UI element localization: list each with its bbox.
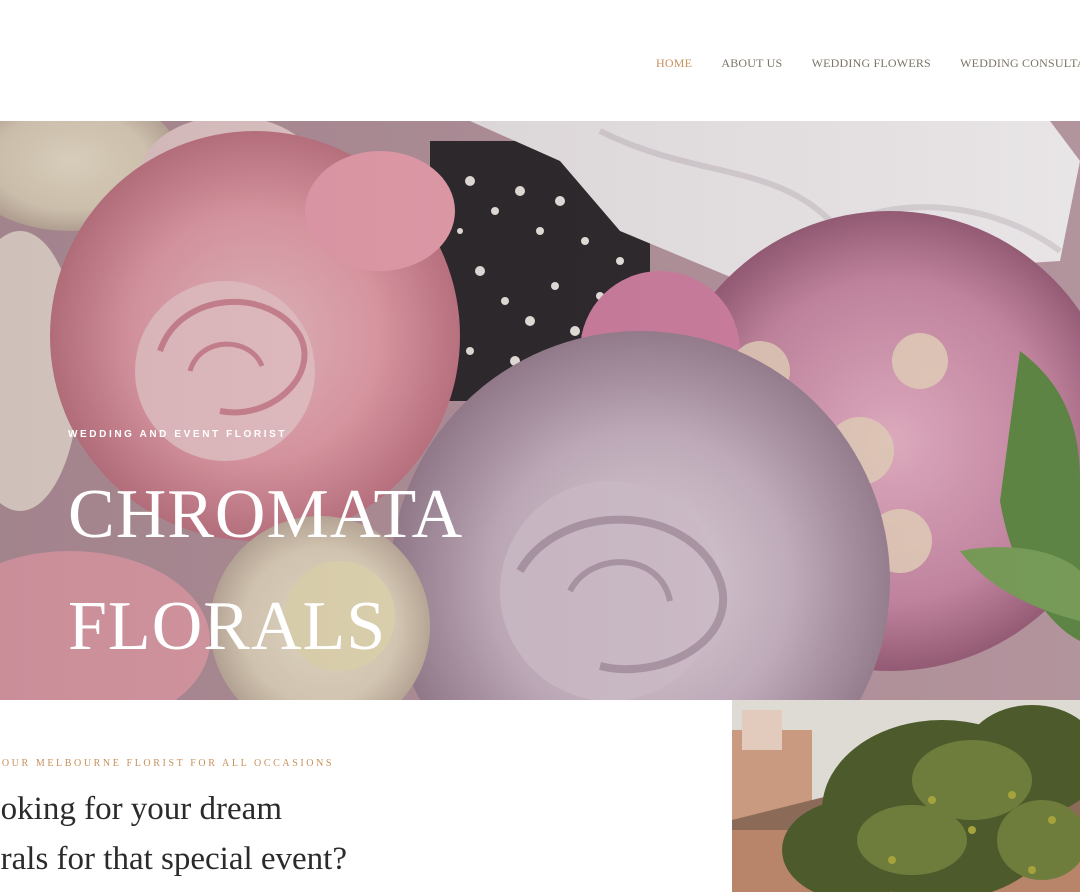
nav-item-about-us[interactable]: ABOUT US [721, 56, 782, 71]
garden-photo [732, 700, 1080, 892]
nav-item-wedding-consultation[interactable]: WEDDING CONSULTATION [960, 56, 1080, 71]
intro-heading-line1: Looking for your dream [0, 791, 282, 827]
hero-kicker: WEDDING AND EVENT FLORIST [68, 429, 288, 440]
nav-item-wedding-flowers[interactable]: WEDDING FLOWERS [812, 56, 931, 71]
main-nav: HOME ABOUT US WEDDING FLOWERS WEDDING CO… [656, 56, 1080, 71]
intro-section: YOUR MELBOURNE FLORIST FOR ALL OCCASIONS… [0, 700, 732, 892]
hero-title-line2: FLORALS [68, 588, 387, 665]
nav-item-home[interactable]: HOME [656, 56, 692, 71]
hero-title: CHROMATA FLORALS [68, 459, 463, 683]
intro-heading: Looking for your dream florals for that … [0, 784, 347, 884]
hero-title-line1: CHROMATA [68, 476, 464, 553]
garden-image [732, 700, 1080, 892]
intro-heading-line2: florals for that special event? [0, 841, 347, 877]
hero-section: WEDDING AND EVENT FLORIST CHROMATA FLORA… [0, 121, 1080, 700]
intro-kicker: YOUR MELBOURNE FLORIST FOR ALL OCCASIONS [0, 758, 335, 769]
site-header: HOME ABOUT US WEDDING FLOWERS WEDDING CO… [0, 0, 1080, 121]
